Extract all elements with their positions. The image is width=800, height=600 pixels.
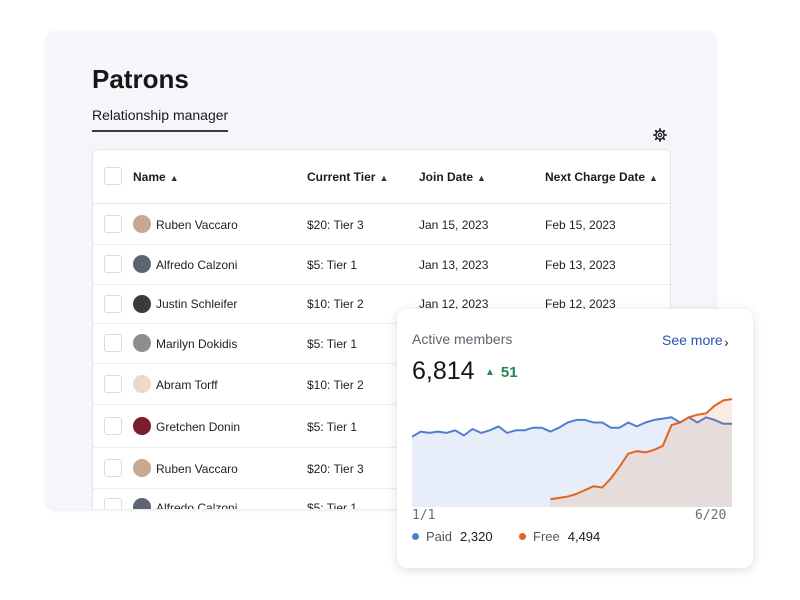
table-row[interactable]: Alfredo Calzoni $5: Tier 1 Jan 13, 2023 … <box>93 245 670 285</box>
row-checkbox[interactable] <box>104 498 122 509</box>
see-more-link[interactable]: See more <box>662 332 723 348</box>
sort-icon: ▲︎ <box>379 173 389 183</box>
active-members-card: Active members See more › 6,814 ▲︎ 51 1/1… <box>397 309 753 568</box>
column-header-current-tier[interactable]: Current Tier ▲︎ <box>307 170 388 184</box>
row-checkbox[interactable] <box>104 255 122 273</box>
chevron-right-icon[interactable]: › <box>724 334 729 350</box>
patron-tier: $5: Tier 1 <box>307 258 358 272</box>
column-header-label: Next Charge Date <box>545 170 646 184</box>
row-checkbox[interactable] <box>104 375 122 393</box>
avatar <box>133 255 151 273</box>
x-axis-start-label: 1/1 <box>412 508 436 523</box>
avatar <box>133 375 151 393</box>
patron-tier: $20: Tier 3 <box>307 218 364 232</box>
patron-name: Abram Torff <box>156 378 218 392</box>
page-title: Patrons <box>92 64 189 94</box>
gear-icon[interactable] <box>653 128 667 142</box>
row-checkbox[interactable] <box>104 334 122 352</box>
patron-name: Alfredo Calzoni <box>156 501 238 509</box>
patron-name: Gretchen Donin <box>156 420 241 434</box>
avatar <box>133 498 151 509</box>
legend-name: Free <box>533 529 560 544</box>
avatar <box>133 295 151 313</box>
row-checkbox[interactable] <box>104 417 122 435</box>
table-row[interactable]: Ruben Vaccaro $20: Tier 3 Jan 15, 2023 F… <box>93 204 670 245</box>
sort-icon: ▲︎ <box>477 173 486 183</box>
column-header-next-charge-date[interactable]: Next Charge Date ▲︎ <box>545 170 658 184</box>
patron-tier: $10: Tier 2 <box>307 297 364 311</box>
column-header-label: Current Tier <box>307 170 376 184</box>
avatar <box>133 215 151 233</box>
legend-value: 4,494 <box>567 529 601 544</box>
avatar <box>133 334 151 352</box>
column-header-label: Join Date <box>419 170 474 184</box>
patron-name: Justin Schleifer <box>156 297 238 311</box>
patron-next-charge: Feb 13, 2023 <box>545 258 616 272</box>
legend-name: Paid <box>426 529 453 544</box>
x-axis-end-label: 6/20 <box>695 508 727 523</box>
column-header-join-date[interactable]: Join Date ▲︎ <box>419 170 486 184</box>
patron-tier: $5: Tier 1 <box>307 501 358 509</box>
patron-join-date: Jan 15, 2023 <box>419 218 489 232</box>
patron-join-date: Jan 13, 2023 <box>419 258 489 272</box>
legend-item-free: Free 4,494 <box>519 529 600 544</box>
patron-next-charge: Feb 15, 2023 <box>545 218 616 232</box>
patron-name: Alfredo Calzoni <box>156 258 238 272</box>
patron-tier: $5: Tier 1 <box>307 420 358 434</box>
row-checkbox[interactable] <box>104 295 122 313</box>
legend-value: 2,320 <box>460 529 493 544</box>
select-all-checkbox[interactable] <box>104 167 122 185</box>
legend-item-paid: Paid 2,320 <box>412 529 493 544</box>
patron-name: Ruben Vaccaro <box>156 218 238 232</box>
legend-swatch-paid <box>412 533 419 540</box>
tab-relationship-manager[interactable]: Relationship manager <box>92 107 229 132</box>
sort-icon: ▲︎ <box>169 173 179 183</box>
row-checkbox[interactable] <box>104 215 122 233</box>
table-header: Name ▲︎ Current Tier ▲︎ Join Date ▲︎ Next C… <box>93 150 670 204</box>
sort-icon: ▲︎ <box>649 173 658 183</box>
patron-tier: $20: Tier 3 <box>307 462 364 476</box>
patron-tier: $5: Tier 1 <box>307 337 358 351</box>
patron-tier: $10: Tier 2 <box>307 378 364 392</box>
avatar <box>133 459 151 477</box>
active-members-chart <box>412 398 732 507</box>
row-checkbox[interactable] <box>104 459 122 477</box>
active-members-label: Active members <box>412 331 513 347</box>
legend-swatch-free <box>519 533 526 540</box>
patron-name: Marilyn Dokidis <box>156 337 238 351</box>
patron-name: Ruben Vaccaro <box>156 462 238 476</box>
column-header-label: Name <box>133 170 166 184</box>
column-header-name[interactable]: Name ▲︎ <box>133 170 179 184</box>
avatar <box>133 417 151 435</box>
